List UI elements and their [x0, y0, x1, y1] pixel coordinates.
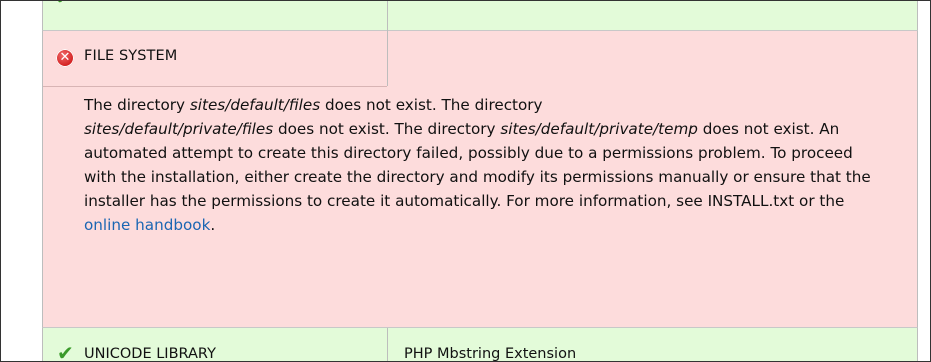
- check-icon: ✔: [55, 1, 72, 9]
- cell-divider: [43, 86, 387, 87]
- message-text: does not exist. The directory: [320, 96, 543, 114]
- error-message: The directory sites/default/files does n…: [84, 93, 884, 237]
- column-divider: [387, 1, 388, 31]
- screenshot-frame: ✔ ✕ FILE SYSTEM The directory sites/defa…: [0, 0, 931, 362]
- message-text: The directory: [84, 96, 190, 114]
- directory-path: sites/default/private/temp: [500, 120, 698, 138]
- requirement-value: PHP Mbstring Extension: [404, 346, 577, 362]
- message-text: .: [210, 216, 216, 234]
- directory-path: sites/default/private/files: [84, 120, 274, 138]
- requirements-table: ✔ ✕ FILE SYSTEM The directory sites/defa…: [42, 1, 930, 362]
- message-text: does not exist. The directory: [273, 120, 501, 138]
- directory-path: sites/default/files: [189, 96, 321, 114]
- check-icon: ✔: [57, 341, 74, 362]
- requirement-title: FILE SYSTEM: [84, 48, 178, 64]
- requirement-row-ok: ✔: [42, 1, 918, 31]
- column-divider: [387, 31, 388, 86]
- requirement-row-ok: ✔ UNICODE LIBRARY PHP Mbstring Extension: [42, 327, 918, 362]
- requirement-title: UNICODE LIBRARY: [84, 346, 216, 362]
- online-handbook-link[interactable]: online handbook: [84, 216, 210, 234]
- requirement-row-error: ✕ FILE SYSTEM The directory sites/defaul…: [42, 31, 918, 327]
- column-divider: [387, 328, 388, 361]
- error-icon: ✕: [56, 49, 74, 67]
